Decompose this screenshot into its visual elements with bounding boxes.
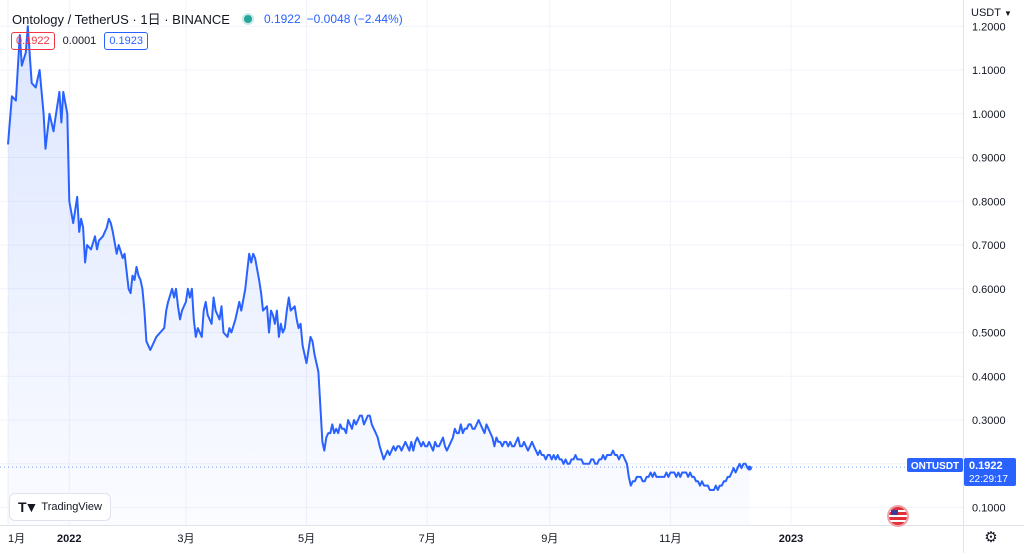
price-chart[interactable]: 0.10000.20000.30000.40000.50000.60000.70… — [0, 0, 1024, 553]
legend-last-price: 0.1922 — [263, 11, 301, 26]
price-axis[interactable]: 0.10000.20000.30000.40000.50000.60000.70… — [972, 21, 1006, 514]
currency-label: USDT — [971, 7, 1001, 19]
price-tick-label: 0.8000 — [972, 196, 1006, 208]
price-tick-label: 0.4000 — [972, 371, 1006, 383]
symbol-tag-text: ONTUSDT — [911, 461, 959, 472]
tradingview-logo[interactable]: T▼ TradingView — [10, 494, 110, 520]
time-tick-label: 3月 — [177, 533, 194, 545]
time-tick-label: 2023 — [779, 533, 803, 545]
price-tick-label: 0.7000 — [972, 240, 1006, 252]
price-tick-label: 0.1000 — [972, 503, 1006, 515]
price-tick-label: 0.9000 — [972, 153, 1006, 165]
series-area-fill — [8, 26, 750, 526]
price-tick-label: 1.1000 — [972, 65, 1006, 77]
gear-icon[interactable]: ⚙ — [983, 530, 999, 546]
bar-countdown: 22:29:17 — [969, 474, 1008, 485]
chart-area[interactable]: 0.10000.20000.30000.40000.50000.60000.70… — [0, 0, 1024, 553]
bid-price[interactable]: 0.1922 — [11, 32, 55, 50]
price-tick-label: 1.0000 — [972, 109, 1006, 121]
tv-mark-icon: T▼ — [18, 499, 38, 515]
last-price-marker — [746, 465, 752, 471]
time-tick-label: 11月 — [659, 533, 681, 545]
time-tick-label: 2022 — [57, 533, 81, 545]
price-tick-label: 1.2000 — [972, 21, 1006, 33]
price-tick-label: 0.5000 — [972, 328, 1006, 340]
time-tick-label: 1月 — [8, 533, 25, 545]
price-tick-label: 0.6000 — [972, 284, 1006, 296]
bid-ask-panel: 0.1922 0.0001 0.1923 — [11, 32, 148, 50]
last-price-label: ONTUSDT 0.1922 22:29:17 — [907, 458, 1016, 486]
symbol-title[interactable]: Ontology / TetherUS · 1日 · BINANCE — [12, 9, 230, 28]
spread-value: 0.0001 — [62, 35, 97, 47]
currency-selector[interactable]: USDT ▼ — [971, 7, 1012, 19]
price-tag-value: 0.1922 — [969, 460, 1003, 472]
brand-name: TradingView — [41, 501, 102, 513]
price-tick-label: 0.3000 — [972, 415, 1006, 427]
time-tick-label: 5月 — [298, 533, 315, 545]
ask-price[interactable]: 0.1923 — [104, 32, 148, 50]
chevron-down-icon: ▼ — [1003, 8, 1012, 18]
time-tick-label: 9月 — [541, 533, 558, 545]
live-dot-icon — [243, 14, 252, 23]
us-flag-icon[interactable] — [889, 507, 907, 525]
time-tick-label: 7月 — [419, 533, 436, 545]
time-axis[interactable]: 1月 2022 3月 5月 7月 9月 11月 2023 — [8, 533, 803, 545]
series-legend[interactable]: Ontology / TetherUS · 1日 · BINANCE 0.192… — [12, 9, 403, 28]
legend-change: −0.0048 (−2.44%) — [306, 11, 403, 26]
